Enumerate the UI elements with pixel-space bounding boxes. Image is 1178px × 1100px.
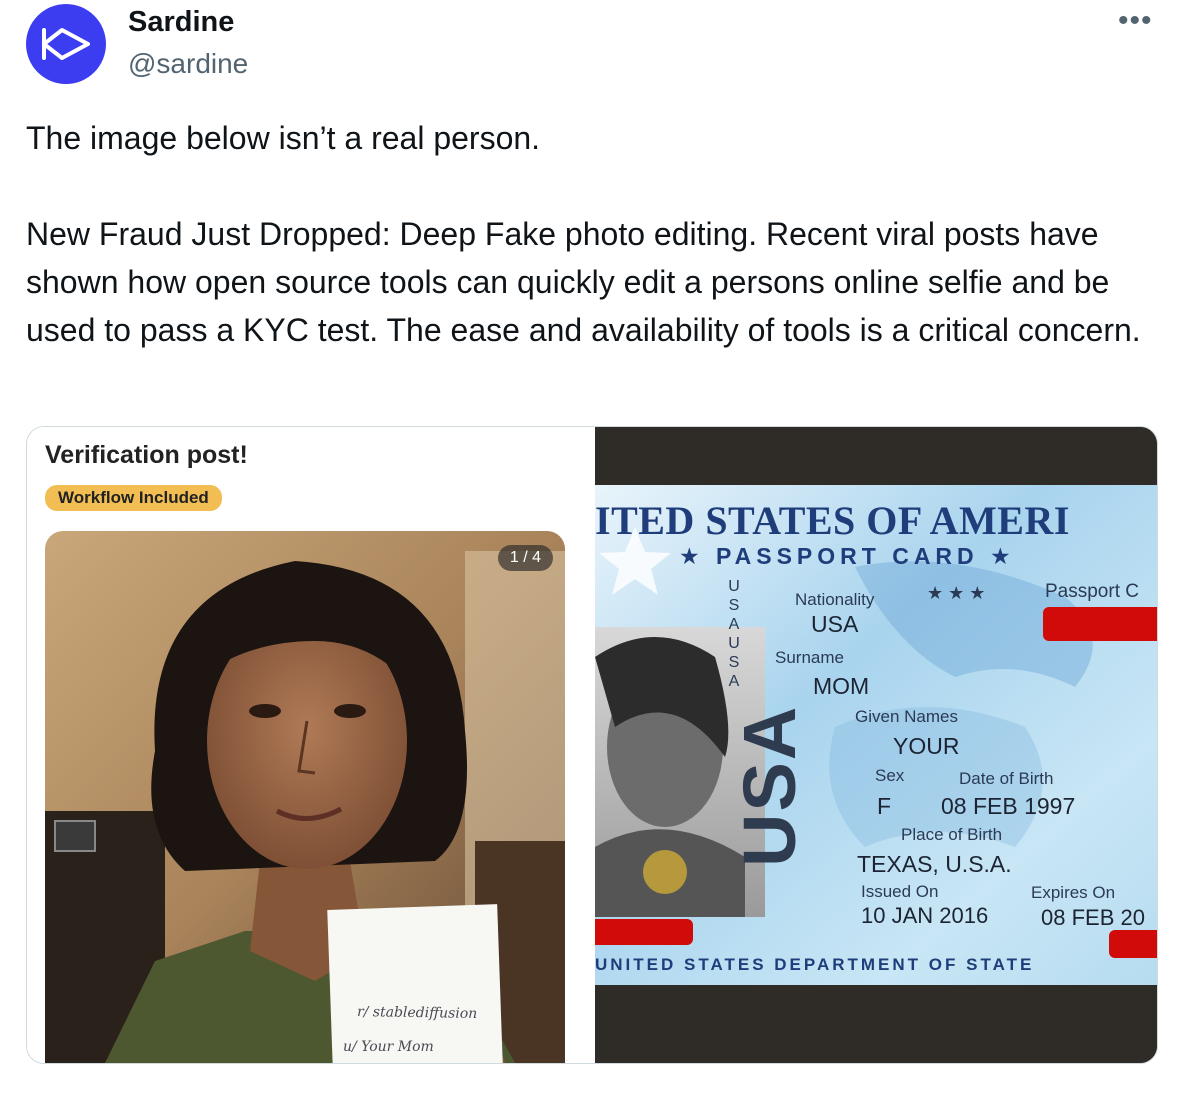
dob-label: Date of Birth — [959, 769, 1054, 788]
sardine-logo-icon — [42, 28, 90, 60]
note-text-line1: r/ stablediffusion — [356, 1003, 478, 1023]
redaction-bar-right — [1109, 930, 1157, 958]
account-handle[interactable]: @sardine — [128, 48, 248, 80]
card-footer: UNITED STATES DEPARTMENT OF STATE — [595, 955, 1035, 974]
nationality-label: Nationality — [795, 590, 875, 609]
flair-badge: Workflow Included — [45, 485, 222, 511]
card-header: ITED STATES OF AMERI — [595, 498, 1070, 543]
expires-value: 08 FEB 20 — [1041, 905, 1145, 930]
pob-value: TEXAS, U.S.A. — [857, 851, 1012, 877]
nationality-value: USA — [811, 611, 859, 637]
stars-text: ★ ★ ★ — [927, 583, 986, 603]
card-subheader: ★ PASSPORT CARD ★ — [679, 543, 1016, 569]
given-names-value: YOUR — [893, 733, 960, 759]
issued-value: 10 JAN 2016 — [861, 903, 989, 928]
expires-label: Expires On — [1031, 883, 1116, 902]
issued-label: Issued On — [861, 882, 939, 901]
post-title: Verification post! — [45, 441, 248, 469]
media-image-right[interactable]: ITED STATES OF AMERI ★ PASSPORT CARD ★ U… — [595, 427, 1157, 1063]
sex-value: F — [877, 793, 892, 819]
sex-label: Sex — [875, 766, 905, 785]
surname-label: Surname — [775, 648, 844, 667]
redaction-bar-left — [595, 919, 693, 945]
note-text-line2: u/ Your Mom — [343, 1039, 434, 1055]
tweet-text: The image below isn’t a real person. New… — [26, 120, 1141, 348]
avatar[interactable] — [26, 4, 106, 84]
more-options-icon[interactable]: ••• — [1118, 4, 1153, 38]
account-name[interactable]: Sardine — [128, 6, 234, 39]
given-names-label: Given Names — [855, 707, 958, 726]
redaction-bar-number — [1043, 607, 1157, 641]
card-number-label: Passport C — [1045, 581, 1139, 602]
vertical-usa-text: USAUSA — [728, 578, 740, 690]
page-indicator: 1 / 4 — [497, 545, 553, 571]
media-image-left[interactable]: Verification post! Workflow Included 1 /… — [27, 427, 593, 1063]
dob-value: 08 FEB 1997 — [941, 793, 1076, 819]
pob-label: Place of Birth — [901, 825, 1003, 844]
tweet-media[interactable]: Verification post! Workflow Included 1 /… — [26, 426, 1158, 1064]
selfie-photo: 1 / 4 r/ stablediffusion u/ Your Mom — [45, 531, 565, 1063]
large-usa-text: USA — [728, 704, 811, 867]
selfie-illustration — [45, 531, 565, 1063]
surname-value: MOM — [813, 673, 870, 699]
